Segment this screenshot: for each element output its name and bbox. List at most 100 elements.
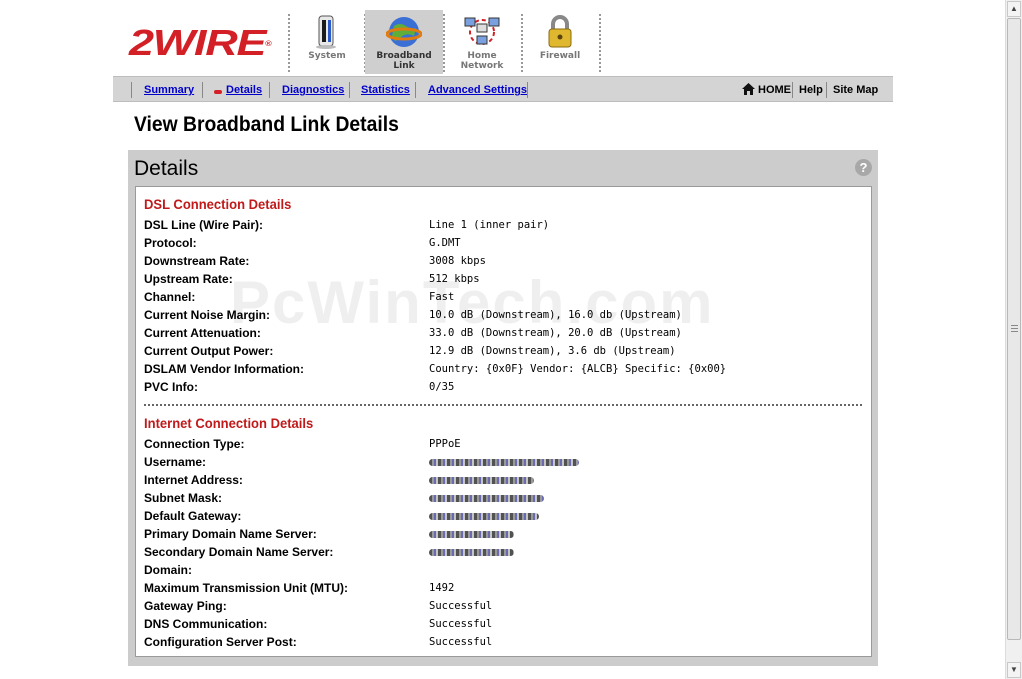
detail-row: Secondary Domain Name Server:	[144, 545, 864, 563]
detail-row: Configuration Server Post: Successful	[144, 635, 864, 653]
detail-label: DNS Communication:	[144, 617, 268, 631]
detail-label: DSLAM Vendor Information:	[144, 362, 304, 376]
details-content: DSL Connection Details DSL Line (Wire Pa…	[135, 186, 872, 657]
detail-label: Maximum Transmission Unit (MTU):	[144, 581, 349, 595]
redacted-value	[429, 477, 534, 484]
system-icon	[313, 14, 341, 55]
home-icon[interactable]	[742, 82, 755, 100]
redacted-value	[429, 513, 539, 520]
nav-divider	[269, 82, 270, 98]
detail-label: Connection Type:	[144, 437, 245, 451]
detail-label: Upstream Rate:	[144, 272, 233, 286]
detail-label: Default Gateway:	[144, 509, 242, 523]
nav-divider	[415, 82, 416, 98]
nav-divider	[826, 82, 827, 98]
detail-row: PVC Info: 0/35	[144, 380, 864, 398]
detail-label: PVC Info:	[144, 380, 198, 394]
nav-sitemap-link[interactable]: Site Map	[833, 84, 878, 96]
detail-label: Channel:	[144, 290, 196, 304]
nav-link-advanced-settings[interactable]: Advanced Settings	[428, 84, 527, 96]
detail-value: 1492	[429, 582, 455, 594]
redacted-value	[429, 549, 514, 556]
globe-icon	[385, 14, 423, 55]
tab-home-network[interactable]: Home Network	[443, 10, 521, 74]
nav-link-diagnostics[interactable]: Diagnostics	[282, 84, 344, 96]
dsl-section-heading: DSL Connection Details	[144, 196, 292, 212]
internet-section-heading: Internet Connection Details	[144, 415, 314, 431]
detail-value: 10.0 dB (Downstream), 16.0 db (Upstream)	[429, 309, 682, 321]
nav-link-details[interactable]: Details	[226, 84, 262, 96]
detail-label: Primary Domain Name Server:	[144, 527, 317, 541]
detail-row: Primary Domain Name Server:	[144, 527, 864, 545]
detail-value: Successful	[429, 600, 493, 612]
detail-value: 0/35	[429, 381, 455, 393]
detail-label: Domain:	[144, 563, 192, 577]
redacted-value	[429, 495, 544, 502]
nav-help-link[interactable]: Help	[799, 84, 823, 96]
tab-broadband-link[interactable]: Broadband Link	[365, 10, 443, 74]
detail-label: Protocol:	[144, 236, 197, 250]
detail-row: Downstream Rate: 3008 kbps	[144, 254, 864, 272]
tab-label: Firewall	[539, 51, 581, 61]
nav-home-link[interactable]: HOME	[758, 84, 791, 96]
detail-label: Username:	[144, 455, 207, 469]
detail-label: Current Attenuation:	[144, 326, 261, 340]
nav-divider	[202, 82, 203, 98]
current-page-indicator-icon	[214, 83, 225, 101]
header-separator	[599, 14, 601, 72]
brand-logo: 2WIRE®	[129, 22, 272, 63]
registered-mark: ®	[265, 41, 272, 48]
detail-row: Gateway Ping: Successful	[144, 599, 864, 617]
detail-value: Successful	[429, 618, 493, 630]
tab-label: Home	[467, 51, 497, 61]
detail-label: Secondary Domain Name Server:	[144, 545, 334, 559]
detail-row: DNS Communication: Successful	[144, 617, 864, 635]
scrollbar-thumb[interactable]	[1007, 18, 1021, 640]
detail-row: DSL Line (Wire Pair): Line 1 (inner pair)	[144, 218, 864, 236]
logo-text: 2WIRE	[129, 22, 267, 63]
vertical-scrollbar[interactable]: ▲ ▼	[1005, 0, 1022, 679]
nav-link-statistics[interactable]: Statistics	[361, 84, 410, 96]
nav-divider	[349, 82, 350, 98]
tab-firewall[interactable]: Firewall	[521, 10, 599, 74]
detail-label: Current Output Power:	[144, 344, 274, 358]
details-panel: Details ? DSL Connection Details DSL Lin…	[128, 150, 878, 666]
detail-value: Line 1 (inner pair)	[429, 219, 550, 231]
detail-value: 12.9 dB (Downstream), 3.6 db (Upstream)	[429, 345, 676, 357]
detail-value: 33.0 dB (Downstream), 20.0 dB (Upstream)	[429, 327, 682, 339]
detail-label: Subnet Mask:	[144, 491, 223, 505]
detail-label: Current Noise Margin:	[144, 308, 271, 322]
detail-row: Channel: Fast	[144, 290, 864, 308]
nav-link-summary[interactable]: Summary	[144, 84, 194, 96]
detail-value: PPPoE	[429, 438, 461, 450]
detail-row: Current Attenuation: 33.0 dB (Downstream)…	[144, 326, 864, 344]
tab-label-line2: Link	[393, 61, 415, 71]
panel-title: Details	[134, 157, 199, 180]
detail-row: Maximum Transmission Unit (MTU): 1492	[144, 581, 864, 599]
scroll-down-icon[interactable]: ▼	[1007, 662, 1021, 678]
nav-divider	[131, 82, 132, 98]
padlock-icon	[545, 14, 575, 55]
page-title: View Broadband Link Details	[134, 113, 399, 136]
tab-system[interactable]: System	[288, 10, 366, 74]
detail-row: Connection Type: PPPoE	[144, 437, 864, 455]
tab-label: System	[308, 51, 346, 61]
help-icon[interactable]: ?	[855, 159, 872, 176]
detail-value: G.DMT	[429, 237, 461, 249]
detail-value: 512 kbps	[429, 273, 480, 285]
detail-label: Downstream Rate:	[144, 254, 250, 268]
detail-value: Successful	[429, 636, 493, 648]
sub-navigation-bar: Summary Details Diagnostics Statistics A…	[113, 76, 893, 102]
detail-row: Username:	[144, 455, 864, 473]
network-icon	[463, 14, 501, 55]
detail-label: Internet Address:	[144, 473, 243, 487]
tab-label-line2: Network	[460, 61, 504, 71]
detail-row: Upstream Rate: 512 kbps	[144, 272, 864, 290]
nav-divider	[527, 82, 528, 98]
scroll-up-icon[interactable]: ▲	[1007, 1, 1021, 17]
detail-row: Current Noise Margin: 10.0 dB (Downstream…	[144, 308, 864, 326]
detail-value: Fast	[429, 291, 455, 303]
detail-row: Domain:	[144, 563, 864, 581]
redacted-value	[429, 459, 579, 466]
detail-row: DSLAM Vendor Information: Country: {0x0F}…	[144, 362, 864, 380]
